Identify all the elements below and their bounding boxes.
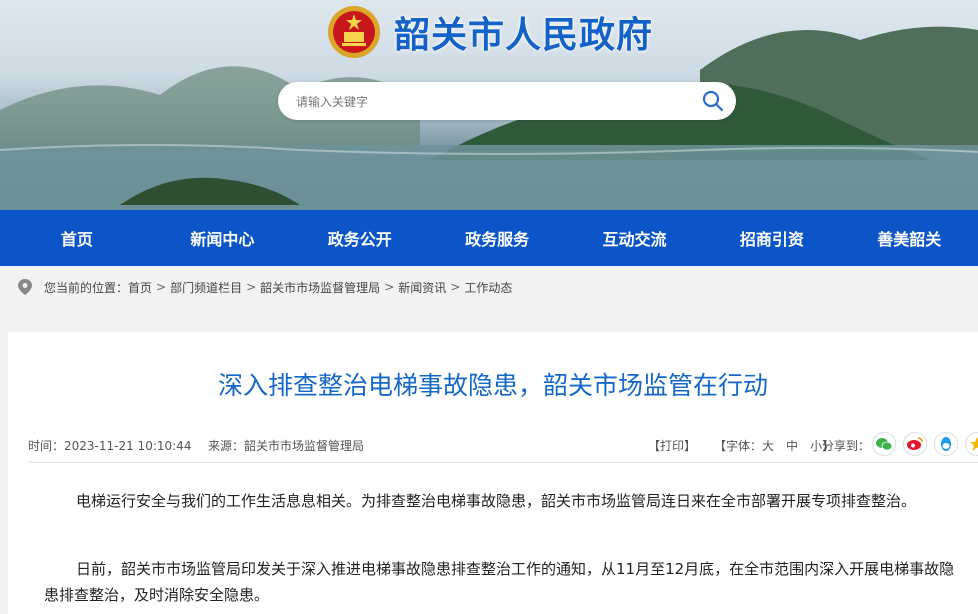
breadcrumb: 您当前的位置： 首页 > 部门频道栏目 > 韶关市市场监督管理局 > 新闻资讯 … [0, 266, 978, 308]
breadcrumb-news[interactable]: 新闻资讯 [398, 279, 446, 296]
nav-item-gov-services[interactable]: 政务服务 [428, 226, 565, 250]
meta-divider [28, 462, 978, 463]
article-meta: 时间：2023-11-21 10:10:44 来源：韶关市市场监督管理局 【打印… [28, 432, 978, 456]
breadcrumb-dept-channel[interactable]: 部门频道栏目 [170, 279, 242, 296]
breadcrumb-prefix: 您当前的位置： [44, 280, 129, 295]
breadcrumb-work-updates[interactable]: 工作动态 [464, 279, 512, 296]
font-large-button[interactable]: 大 [762, 437, 774, 454]
breadcrumb-separator: > [246, 280, 257, 294]
qq-icon[interactable] [934, 432, 958, 456]
article-paragraph: 电梯运行安全与我们的工作生活息息相关。为排查整治电梯事故隐患，韶关市市场监管局连… [76, 492, 917, 510]
font-small-button[interactable]: 小 [810, 437, 822, 454]
national-emblem-icon [328, 6, 380, 58]
nav-item-news[interactable]: 新闻中心 [154, 226, 291, 250]
main-nav: 首页 新闻中心 政务公开 政务服务 互动交流 招商引资 善美韶关 [0, 210, 978, 266]
search-icon[interactable] [700, 88, 726, 114]
font-medium-button[interactable]: 中 [786, 437, 798, 454]
article-source: 来源：韶关市市场监督管理局 [208, 439, 365, 453]
nav-item-home[interactable]: 首页 [0, 226, 154, 250]
article-title: 深入排查整治电梯事故隐患，韶关市场监管在行动 [217, 371, 768, 400]
weibo-icon[interactable] [903, 432, 927, 456]
breadcrumb-separator: > [384, 280, 395, 294]
article-panel: 深入排查整治电梯事故隐患，韶关市场监管在行动 时间：2023-11-21 10:… [8, 332, 978, 614]
breadcrumb-separator: > [156, 280, 167, 294]
article-paragraph: 日前，韶关市市场监管局印发关于深入推进电梯事故隐患排查整治工作的通知，从11月至… [44, 560, 955, 604]
nav-item-gov-affairs[interactable]: 政务公开 [291, 226, 428, 250]
publish-time: 时间：2023-11-21 10:10:44 [28, 439, 192, 453]
nav-item-interaction[interactable]: 互动交流 [566, 226, 703, 250]
search-box [278, 82, 736, 120]
nav-item-investment[interactable]: 招商引资 [703, 226, 840, 250]
header-banner: 韶关市人民政府 [0, 0, 978, 210]
article-tools: 【打印】 【字体： 大 中 小 】 [648, 437, 834, 454]
wechat-icon[interactable] [872, 432, 896, 456]
share-label: 分享到： [822, 439, 871, 453]
print-button[interactable]: 【打印】 [648, 437, 696, 454]
qzone-icon[interactable] [965, 432, 978, 456]
share-icons [872, 432, 978, 456]
location-pin-icon [18, 279, 32, 295]
site-logo[interactable]: 韶关市人民政府 [326, 4, 653, 60]
search-input[interactable] [294, 91, 678, 113]
breadcrumb-separator: > [450, 280, 461, 294]
nav-item-shanmei[interactable]: 善美韶关 [841, 226, 978, 250]
site-title: 韶关市人民政府 [394, 15, 654, 56]
breadcrumb-home[interactable]: 首页 [128, 279, 152, 296]
font-size-label: 【字体： [714, 439, 763, 453]
breadcrumb-market-bureau[interactable]: 韶关市市场监督管理局 [260, 279, 380, 296]
